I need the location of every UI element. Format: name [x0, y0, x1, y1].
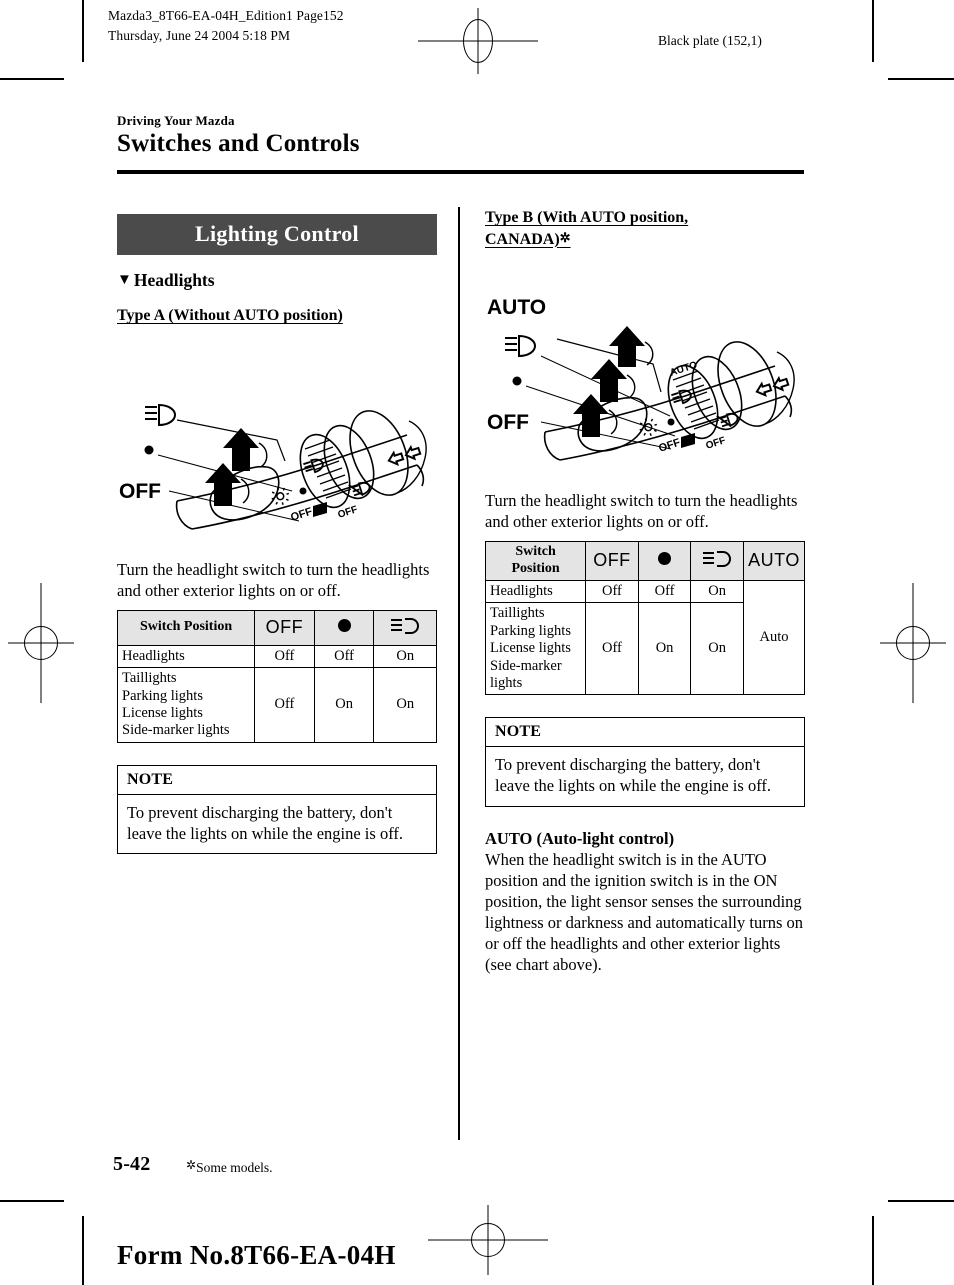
type-a-intro-paragraph: Turn the headlight switch to turn the he… [117, 559, 430, 600]
headlights-subheading: ▼ Headlights [117, 270, 437, 291]
type-b-switch-illustration: AUTO OFF OFF OFF AUTO [485, 264, 805, 474]
row-label-other-lights: Taillights Parking lights License lights… [484, 602, 587, 696]
table-row: Taillights Parking lights License lights… [116, 667, 437, 743]
page-kicker: Driving Your Mazda [117, 113, 235, 128]
th-lowbeam [373, 609, 437, 646]
type-b-switch-table: Switch Position OFF AUTO Headlights Off … [484, 541, 806, 696]
dial-off-label: OFF [289, 505, 314, 523]
form-number: Form No.8T66-EA-04H [117, 1240, 396, 1270]
dial-indicator-tab [681, 433, 695, 449]
lighting-control-banner: Lighting Control [117, 214, 437, 255]
left-note-box: NOTE To prevent discharging the battery,… [117, 764, 437, 854]
footnote-asterisk: ✲ [186, 1158, 197, 1172]
lowbeam-icon [391, 617, 420, 634]
type-b-heading-line-1: Type B (With AUTO position, [485, 209, 689, 226]
parking-position-dot-icon [144, 445, 154, 455]
type-b-heading: Type B (With AUTO position, CANADA)✲ [485, 207, 805, 250]
cell-headlights-off: Off [585, 579, 639, 604]
th-auto: AUTO [742, 541, 806, 581]
type-b-lever-diagram: AUTO OFF OFF OFF AUTO [487, 296, 795, 461]
th-switch-position: Switch Position [116, 609, 256, 646]
lowbeam-icon [145, 403, 177, 426]
footnote-text: Some models. [196, 1160, 273, 1175]
triangle-marker-icon: ▼ [117, 272, 132, 288]
title-rule [117, 170, 804, 174]
type-a-lever-diagram: OFF OFF OFF [119, 403, 427, 530]
cell-other-park: On [637, 602, 692, 696]
left-note-title: NOTE [118, 766, 436, 795]
cell-other-lowbeam: On [690, 602, 744, 696]
off-label: OFF [119, 480, 161, 503]
up-arrow-icons [205, 427, 259, 506]
th-off: OFF [254, 609, 315, 646]
headlights-subheading-label: Headlights [133, 270, 215, 290]
cell-auto: Auto [742, 579, 806, 696]
row-label-headlights: Headlights [484, 579, 587, 604]
auto-light-control-title: AUTO (Auto-light control) [485, 828, 675, 848]
auto-label: AUTO [487, 296, 546, 319]
cell-headlights-off: Off [254, 644, 315, 669]
auto-light-control-section: AUTO (Auto-light control) When the headl… [485, 829, 805, 976]
some-models-asterisk: ✲ [559, 229, 571, 245]
page-number: 5-42 [113, 1153, 151, 1175]
table-row: Headlights Off Off On [116, 644, 437, 669]
left-note-body: To prevent discharging the battery, don'… [127, 802, 404, 843]
type-a-switch-table: Switch Position OFF Headlights Off Off O… [116, 609, 437, 743]
cell-other-off: Off [585, 602, 639, 696]
off-label: OFF [487, 411, 529, 434]
row-label-other-lights: Taillights Parking lights License lights… [116, 667, 256, 743]
type-b-intro-paragraph: Turn the headlight switch to turn the he… [485, 491, 798, 532]
right-note-box: NOTE To prevent discharging the battery,… [485, 717, 805, 807]
dot-icon [337, 618, 351, 632]
page-title: Switches and Controls [117, 130, 360, 157]
table-header-row: Switch Position OFF [116, 609, 437, 646]
cell-headlights-park: Off [637, 579, 692, 604]
cell-other-off: Off [254, 667, 315, 743]
lowbeam-icon [703, 551, 732, 568]
table-header-row: Switch Position OFF AUTO [484, 541, 806, 581]
lowbeam-icon [505, 335, 537, 358]
type-b-heading-line-2: CANADA) [485, 230, 560, 248]
dial-indicator-tab [313, 501, 327, 517]
th-switch-position: Switch Position [484, 541, 587, 581]
dot-icon [658, 552, 672, 566]
type-a-switch-illustration: OFF OFF OFF [117, 343, 437, 543]
cell-other-park: On [313, 667, 375, 743]
right-column: Type B (With AUTO position, CANADA)✲ AUT… [484, 207, 806, 976]
th-parking-dot [637, 541, 692, 581]
dial-off-label: OFF [657, 437, 682, 455]
parking-position-dot-icon [512, 376, 522, 386]
dial-dot-icon [667, 418, 675, 426]
th-parking-dot [313, 609, 375, 646]
auto-light-control-body: When the headlight switch is in the AUTO… [485, 849, 804, 975]
dial-dot-icon [299, 487, 307, 495]
type-a-heading: Type A (Without AUTO position) [117, 307, 343, 324]
manual-page: Driving Your Mazda Switches and Controls… [0, 0, 954, 1285]
th-off: OFF [585, 541, 639, 581]
cell-headlights-park: Off [313, 644, 375, 669]
cell-headlights-lowbeam: On [373, 644, 437, 669]
cell-other-lowbeam: On [373, 667, 437, 743]
right-note-title: NOTE [486, 718, 804, 748]
table-row: Headlights Off Off On Auto [484, 579, 806, 696]
right-note-body: To prevent discharging the battery, don'… [495, 755, 772, 796]
column-divider [458, 207, 460, 1140]
footnote: ✲Some models. [186, 1158, 273, 1176]
left-column: Lighting Control ▼ Headlights Type A (Wi… [116, 214, 437, 854]
row-label-headlights: Headlights [116, 644, 256, 669]
th-lowbeam [690, 541, 744, 581]
cell-headlights-lowbeam: On [690, 579, 744, 604]
